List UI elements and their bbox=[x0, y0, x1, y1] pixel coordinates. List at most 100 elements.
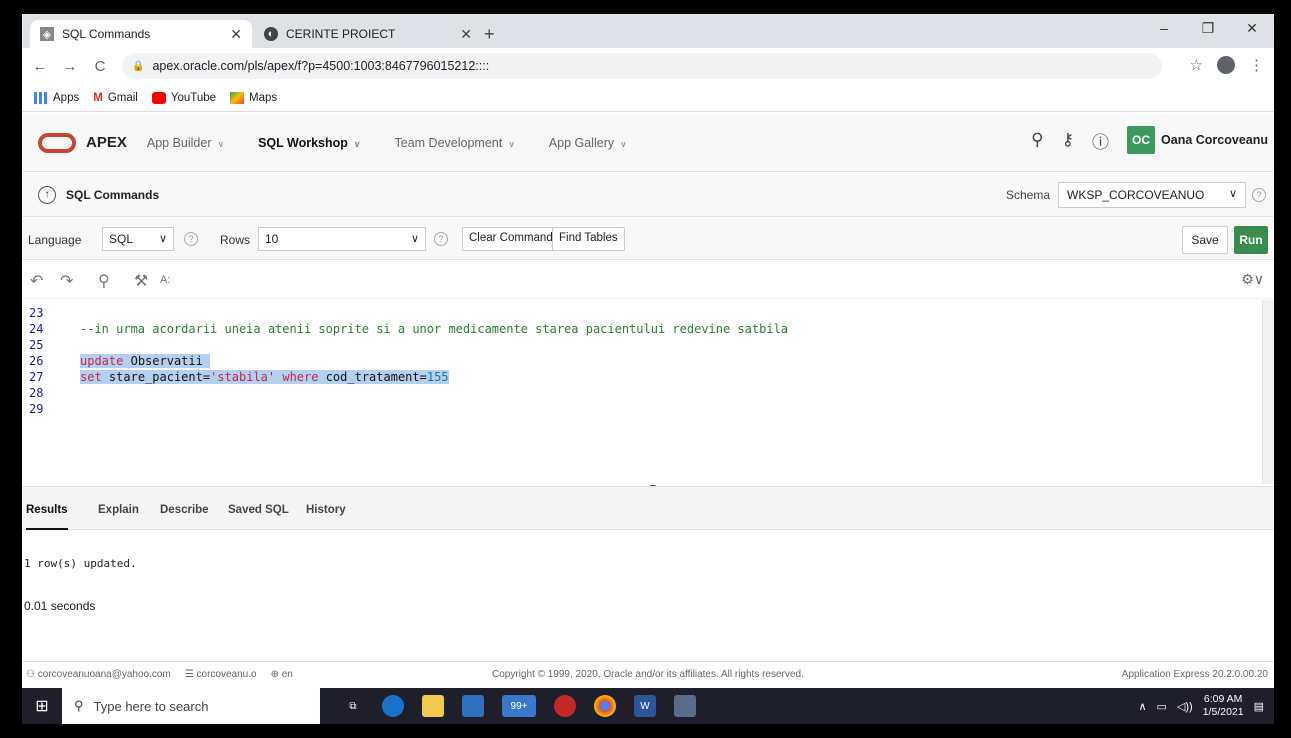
tab-results[interactable]: Results bbox=[26, 504, 68, 530]
chevron-down-icon: ∨ bbox=[620, 138, 627, 149]
edge-icon[interactable] bbox=[382, 695, 404, 717]
line-number: 27 bbox=[29, 370, 44, 384]
help-icon[interactable]: ? bbox=[1252, 188, 1266, 202]
sql-line-26: update Observatii bbox=[80, 354, 211, 368]
footer-language[interactable]: ⊕ en bbox=[271, 669, 293, 680]
autocomplete-icon[interactable]: A: bbox=[160, 274, 170, 286]
schema-value: WKSP_CORCOVEANUO bbox=[1067, 188, 1205, 202]
help-icon[interactable]: ⓘ bbox=[1092, 128, 1109, 153]
nav-app-builder[interactable]: App Builder ∨ bbox=[147, 136, 224, 150]
bookmark-maps[interactable]: Maps bbox=[230, 91, 278, 104]
bookmark-label: Maps bbox=[249, 91, 278, 104]
nav-sql-workshop[interactable]: SQL Workshop ∨ bbox=[258, 136, 360, 150]
header-right: ⚲ ⚷ ⓘ OC Oana Corcoveanu bbox=[1031, 126, 1268, 154]
security-app-icon[interactable] bbox=[554, 695, 576, 717]
editor-scrollbar[interactable] bbox=[1262, 300, 1274, 484]
result-time: 0.01 seconds bbox=[24, 599, 96, 613]
sql-comment: --in urma acordarii uneia atenii soprite… bbox=[80, 322, 789, 336]
notifications-icon[interactable]: ▤ bbox=[1254, 700, 1264, 713]
code-editor[interactable]: 23 24 25 26 27 28 29 --in urma acordarii… bbox=[22, 300, 1274, 484]
tab-explain[interactable]: Explain bbox=[98, 504, 139, 516]
undo-icon[interactable]: ↶ bbox=[30, 271, 43, 291]
chevron-up-icon[interactable]: ∧ bbox=[1138, 700, 1146, 713]
rows-value: 10 bbox=[265, 232, 279, 246]
query-builder-icon[interactable]: ⚒ bbox=[134, 271, 148, 291]
gear-icon[interactable]: ⚙∨ bbox=[1241, 271, 1264, 288]
tab-describe[interactable]: Describe bbox=[160, 504, 209, 516]
address-bar: ← → C 🔒 apex.oracle.com/pls/apex/f?p=450… bbox=[22, 48, 1274, 84]
url-input[interactable]: 🔒 apex.oracle.com/pls/apex/f?p=4500:1003… bbox=[122, 53, 1162, 79]
footer-user[interactable]: ⚇ corcoveanuoana@yahoo.com bbox=[26, 669, 171, 680]
lock-icon: 🔒 bbox=[132, 60, 145, 72]
tab-history[interactable]: History bbox=[306, 504, 346, 516]
schema-select[interactable]: WKSP_CORCOVEANUO ∨ bbox=[1058, 182, 1246, 208]
find-tables-button[interactable]: Find Tables bbox=[552, 227, 625, 251]
tab-saved-sql[interactable]: Saved SQL bbox=[228, 504, 289, 516]
footer-workspace[interactable]: ☰ corcoveanu.o bbox=[185, 669, 257, 680]
browser-tabstrip: ◈ SQL Commands ✕ ◐ CERINTE PROIECT ✕ + –… bbox=[22, 14, 1274, 48]
windows-start-icon[interactable]: ⊞ bbox=[22, 696, 62, 716]
close-tab-icon[interactable]: ✕ bbox=[460, 26, 472, 43]
clock[interactable]: 6:09 AM 1/5/2021 bbox=[1203, 693, 1244, 719]
nav-team-development[interactable]: Team Development ∨ bbox=[395, 136, 515, 150]
database-icon: ☰ bbox=[184, 669, 194, 680]
administration-icon[interactable]: ⚷ bbox=[1062, 130, 1074, 150]
line-number: 24 bbox=[29, 322, 44, 336]
mail-icon[interactable]: 99+ bbox=[502, 695, 536, 717]
sql-keyword: update bbox=[80, 354, 124, 368]
volume-icon[interactable]: ◁)) bbox=[1177, 700, 1193, 713]
new-tab-icon[interactable]: + bbox=[484, 24, 495, 45]
results-panel: 1 row(s) updated. 0.01 seconds bbox=[22, 531, 1274, 659]
bookmark-gmail[interactable]: M Gmail bbox=[93, 92, 138, 104]
restore-icon[interactable]: ❐ bbox=[1186, 14, 1230, 44]
bookmark-youtube[interactable]: YouTube bbox=[151, 91, 216, 104]
bookmark-label: Apps bbox=[53, 91, 80, 104]
store-icon[interactable] bbox=[462, 695, 484, 717]
app-icon[interactable] bbox=[674, 695, 696, 717]
up-arrow-icon[interactable]: ↑ bbox=[38, 186, 56, 204]
save-button[interactable]: Save bbox=[1182, 226, 1228, 254]
back-icon[interactable]: ← bbox=[28, 58, 52, 75]
line-number: 28 bbox=[29, 386, 44, 400]
apex-brand[interactable]: APEX bbox=[86, 134, 127, 151]
bookmark-apps[interactable]: Apps bbox=[34, 91, 80, 104]
help-icon[interactable]: ? bbox=[434, 232, 448, 246]
search-icon: ⚲ bbox=[74, 698, 84, 713]
network-icon[interactable]: ▭ bbox=[1157, 700, 1167, 713]
redo-icon[interactable]: ↷ bbox=[60, 271, 73, 291]
search-icon[interactable]: ⚲ bbox=[98, 271, 110, 291]
user-menu[interactable]: OC Oana Corcoveanu bbox=[1127, 126, 1268, 154]
tab-sql-commands[interactable]: ◈ SQL Commands ✕ bbox=[30, 20, 252, 48]
language-select[interactable]: SQL ∨ bbox=[102, 227, 174, 251]
close-window-icon[interactable]: ✕ bbox=[1230, 14, 1274, 44]
nav-app-gallery[interactable]: App Gallery ∨ bbox=[549, 136, 627, 150]
gmail-icon: M bbox=[93, 91, 103, 104]
tab-cerinte-proiect[interactable]: ◐ CERINTE PROIECT ✕ bbox=[254, 20, 482, 48]
menu-dots-icon[interactable]: ⋮ bbox=[1249, 56, 1264, 74]
task-view-icon[interactable]: ⧉ bbox=[342, 695, 364, 717]
forward-icon[interactable]: → bbox=[58, 58, 82, 75]
user-icon: ⚇ bbox=[26, 669, 35, 680]
star-icon[interactable]: ☆ bbox=[1190, 56, 1203, 74]
close-tab-icon[interactable]: ✕ bbox=[230, 26, 242, 43]
chrome-icon[interactable] bbox=[594, 695, 616, 717]
tab-title: SQL Commands bbox=[62, 27, 151, 41]
minimize-icon[interactable]: – bbox=[1142, 14, 1186, 44]
oracle-logo-icon[interactable] bbox=[38, 132, 76, 153]
chevron-down-icon: ∨ bbox=[158, 233, 167, 245]
taskbar-search[interactable]: ⚲ Type here to search bbox=[62, 688, 320, 724]
search-icon[interactable]: ⚲ bbox=[1031, 130, 1043, 150]
word-icon[interactable]: W bbox=[634, 695, 656, 717]
clear-command-button[interactable]: Clear Command bbox=[462, 227, 560, 251]
sql-keyword: where bbox=[282, 370, 319, 384]
system-tray: ∧ ▭ ◁)) 6:09 AM 1/5/2021 ▤ bbox=[1138, 688, 1264, 724]
page-footer: ⚇ corcoveanuoana@yahoo.com ☰ corcoveanu.… bbox=[22, 661, 1274, 687]
file-explorer-icon[interactable] bbox=[422, 695, 444, 717]
profile-icon[interactable] bbox=[1217, 56, 1235, 74]
youtube-icon bbox=[151, 91, 166, 104]
reload-icon[interactable]: C bbox=[88, 58, 112, 75]
rows-select[interactable]: 10 ∨ bbox=[258, 227, 426, 251]
sql-string: 'stabila' bbox=[210, 370, 276, 384]
run-button[interactable]: Run bbox=[1234, 226, 1268, 254]
help-icon[interactable]: ? bbox=[184, 232, 198, 246]
